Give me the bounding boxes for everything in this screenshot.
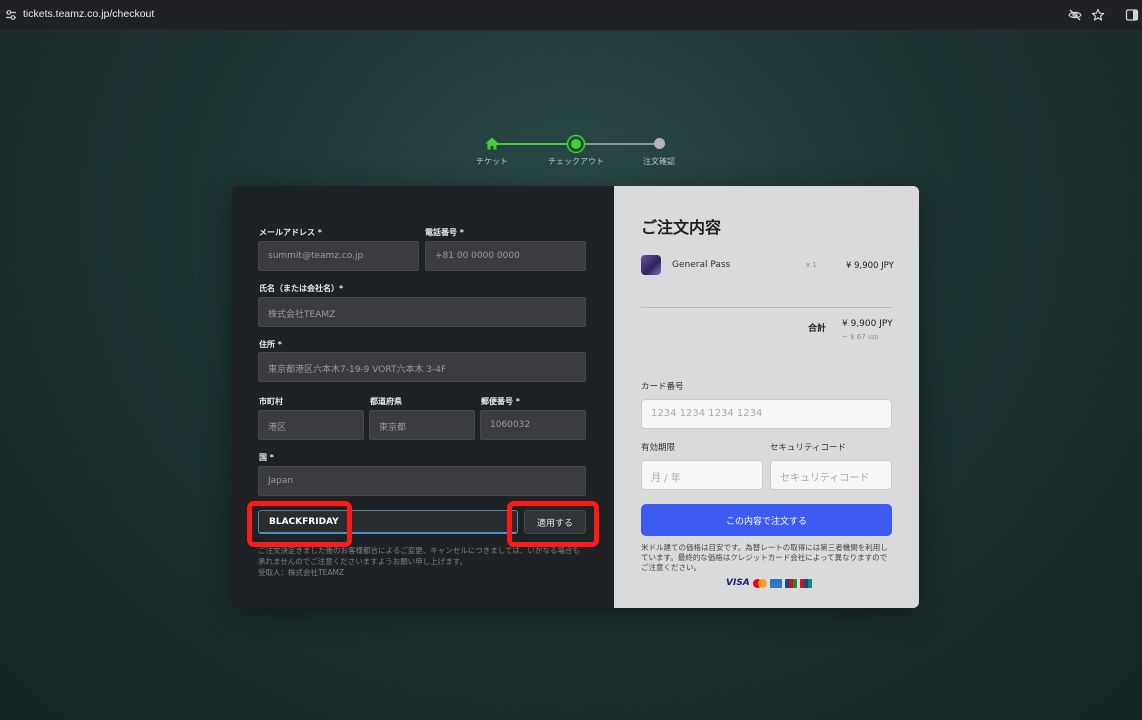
jcb-icon <box>784 578 797 588</box>
coupon-code-input[interactable]: BLACKFRIDAY <box>258 510 518 534</box>
place-order-button[interactable]: この内容で注文する <box>641 504 892 536</box>
recipient-line: 受取人：株式会社TEAMZ <box>258 568 345 577</box>
card-brands: VISA <box>726 578 812 588</box>
cvc-label: セキュリティコード <box>770 443 846 453</box>
card-number-input[interactable]: 1234 1234 1234 1234 <box>641 399 892 429</box>
postal-label: 郵便番号 * <box>481 397 520 406</box>
notice-line: ご注文決定きました後のお客様都合によるご変更、キャンセルにつきましては、いかなる… <box>258 546 580 555</box>
ticket-thumbnail <box>641 255 661 275</box>
total-usd-unit: USD <box>867 335 879 341</box>
step-label-confirm: 注文確認 <box>643 157 675 166</box>
pending-step-dot <box>654 138 665 149</box>
expiry-label: 有効期限 <box>641 443 676 453</box>
postal-field[interactable]: 1060032 <box>480 410 586 440</box>
email-field[interactable]: summit@teamz.co.jp <box>258 241 419 271</box>
star-icon[interactable] <box>1091 8 1105 22</box>
total-usd-estimate: ~ $ 67 USD <box>842 333 878 341</box>
summary-divider <box>641 307 892 308</box>
city-label: 市町村 <box>259 397 283 406</box>
phone-field[interactable]: +81 00 0000 0000 <box>425 241 586 271</box>
address-field[interactable]: 東京都港区六本木7-19-9 VORT六本木 3-4F <box>258 352 586 382</box>
city-field[interactable]: 港区 <box>258 410 364 440</box>
checkout-card: メールアドレス * summit@teamz.co.jp 電話番号 * +81 … <box>232 186 919 608</box>
address-bar-url[interactable]: tickets.teamz.co.jp/checkout <box>23 8 154 20</box>
site-settings-icon[interactable] <box>5 9 17 21</box>
total-usd-value: ~ $ 67 <box>842 333 866 341</box>
step-label-ticket: チケット <box>476 157 508 166</box>
browser-toolbar: tickets.teamz.co.jp/checkout <box>0 0 1142 31</box>
visa-icon: VISA <box>726 578 750 588</box>
prefecture-field[interactable]: 東京都 <box>369 410 475 440</box>
item-quantity: x 1 <box>806 261 817 269</box>
cancellation-notice: ご注文決定きました後のお客様都合によるご変更、キャンセルにつきましては、いかなる… <box>258 545 588 578</box>
unionpay-icon <box>799 578 812 588</box>
sidebar-icon[interactable] <box>1125 8 1139 22</box>
expiry-input[interactable]: 月 / 年 <box>641 460 763 490</box>
address-label: 住所 * <box>259 340 282 349</box>
item-name: General Pass <box>672 260 731 270</box>
country-label: 国 * <box>259 453 274 462</box>
prefecture-label: 都道府県 <box>370 397 402 406</box>
amex-icon <box>769 578 782 588</box>
phone-label: 電話番号 * <box>425 228 464 237</box>
total-value: ¥ 9,900 JPY <box>842 319 893 329</box>
current-step-circle <box>566 134 586 154</box>
country-field[interactable]: Japan <box>258 466 586 496</box>
apply-coupon-button[interactable]: 適用する <box>524 510 586 534</box>
mastercard-icon <box>752 578 767 588</box>
order-summary: ご注文内容 General Pass x 1 ¥ 9,900 JPY 合計 ¥ … <box>614 186 919 608</box>
notice-line: 承れませんのでご注意くださいますようお願い申し上げます。 <box>258 557 468 566</box>
currency-disclaimer: 米ドル建ての価格は目安です。為替レートの取得には第三者機関を利用しています。最終… <box>641 543 888 572</box>
summary-title: ご注文内容 <box>641 218 722 237</box>
total-label: 合計 <box>808 324 827 334</box>
step-label-checkout: チェックアウト <box>548 157 604 166</box>
name-field[interactable]: 株式会社TEAMZ <box>258 297 586 327</box>
item-price: ¥ 9,900 JPY <box>846 261 894 271</box>
step-connector-done <box>492 143 576 145</box>
eye-off-icon[interactable] <box>1068 8 1082 22</box>
card-number-label: カード番号 <box>641 382 684 392</box>
home-icon <box>485 137 499 150</box>
step-connector-pending <box>576 143 660 145</box>
email-label: メールアドレス * <box>259 228 322 237</box>
customer-form: メールアドレス * summit@teamz.co.jp 電話番号 * +81 … <box>232 186 614 608</box>
name-label: 氏名（または会社名）* <box>259 284 344 293</box>
checkout-stepper: チケット チェックアウト 注文確認 <box>470 134 690 174</box>
cvc-input[interactable]: セキュリティコード <box>770 460 892 490</box>
